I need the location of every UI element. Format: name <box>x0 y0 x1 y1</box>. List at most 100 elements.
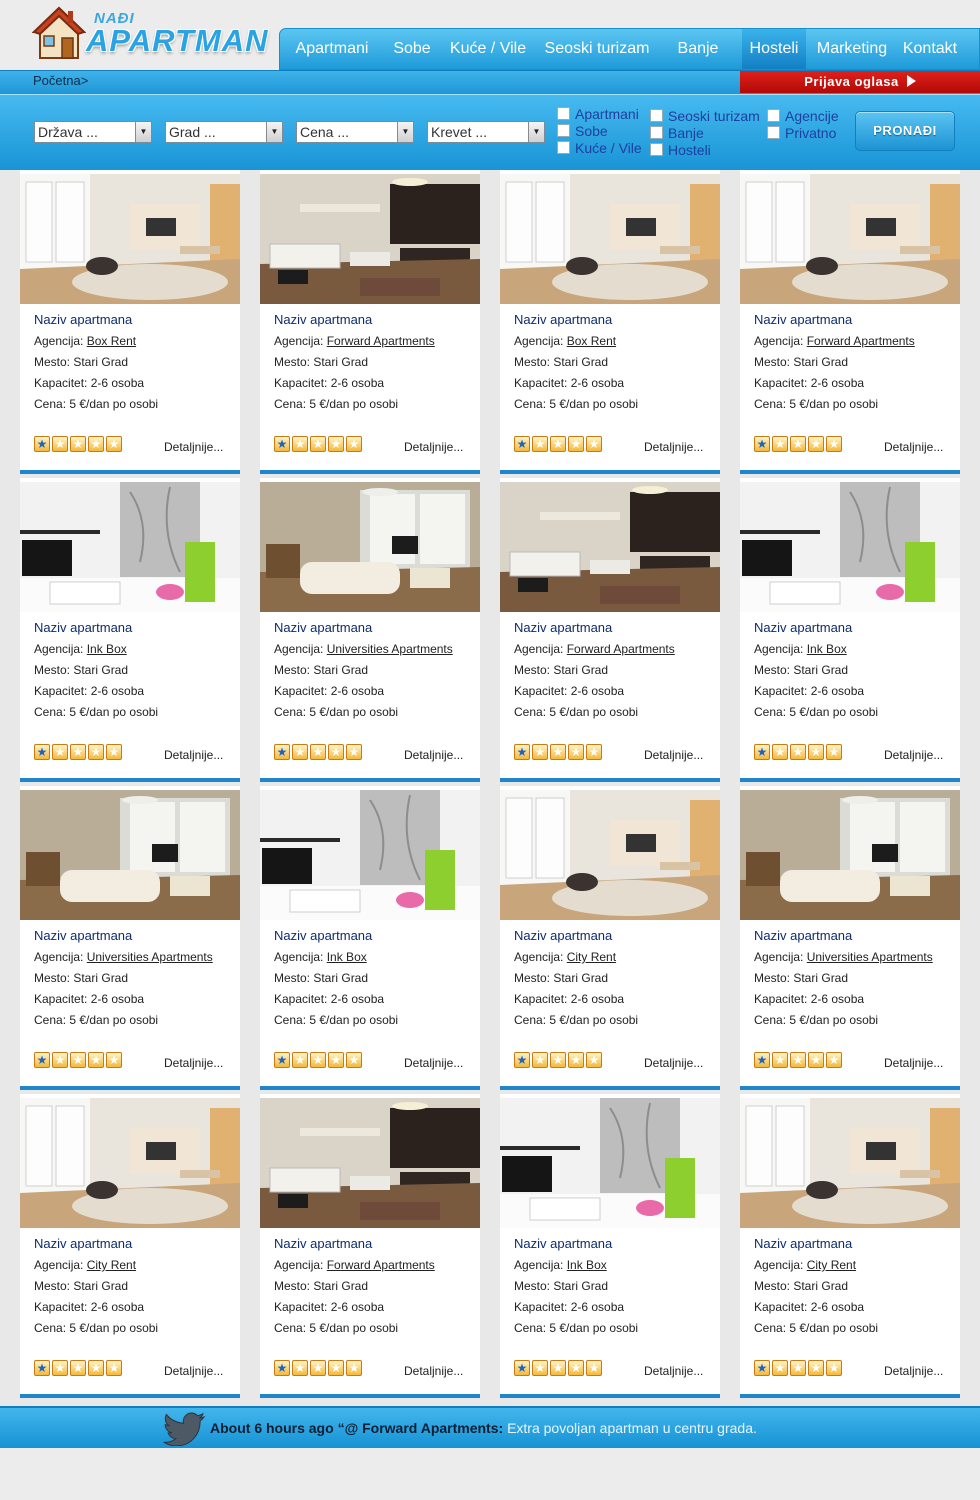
checkbox-box[interactable] <box>557 107 570 120</box>
checkbox-box[interactable] <box>650 126 663 139</box>
star-icon[interactable]: ★ <box>790 436 806 452</box>
star-icon[interactable]: ★ <box>532 1360 548 1376</box>
star-icon[interactable]: ★ <box>310 1052 326 1068</box>
star-icon[interactable]: ★ <box>34 1360 50 1376</box>
star-icon[interactable]: ★ <box>586 1052 602 1068</box>
listing-photo[interactable] <box>500 1098 720 1228</box>
star-icon[interactable]: ★ <box>514 436 530 452</box>
listing-title[interactable]: Naziv apartmana <box>34 928 132 943</box>
checkbox-box[interactable] <box>650 109 663 122</box>
details-link[interactable]: Detaljnije... <box>164 1056 223 1070</box>
details-link[interactable]: Detaljnije... <box>164 748 223 762</box>
country-select[interactable]: Država ... ▼ <box>34 121 152 143</box>
details-link[interactable]: Detaljnije... <box>404 1056 463 1070</box>
search-button[interactable]: PRONAĐI <box>855 111 955 151</box>
star-icon[interactable]: ★ <box>106 1052 122 1068</box>
agency-link[interactable]: Forward Apartments <box>327 334 435 348</box>
star-icon[interactable]: ★ <box>70 1052 86 1068</box>
star-icon[interactable]: ★ <box>292 1052 308 1068</box>
agency-link[interactable]: Ink Box <box>327 950 367 964</box>
listing-title[interactable]: Naziv apartmana <box>754 620 852 635</box>
details-link[interactable]: Detaljnije... <box>164 1364 223 1378</box>
city-select[interactable]: Grad ... ▼ <box>165 121 283 143</box>
star-icon[interactable]: ★ <box>292 1360 308 1376</box>
agency-link[interactable]: Universities Apartments <box>87 950 213 964</box>
star-icon[interactable]: ★ <box>346 744 362 760</box>
listing-card[interactable]: Naziv apartmana Agencija: City Rent Mesto:… <box>740 1094 960 1398</box>
star-icon[interactable]: ★ <box>514 1052 530 1068</box>
listing-photo[interactable] <box>500 174 720 304</box>
star-icon[interactable]: ★ <box>274 436 290 452</box>
star-icon[interactable]: ★ <box>52 1052 68 1068</box>
agency-link[interactable]: City Rent <box>87 1258 136 1272</box>
agency-link[interactable]: Forward Apartments <box>567 642 675 656</box>
agency-link[interactable]: Ink Box <box>567 1258 607 1272</box>
details-link[interactable]: Detaljnije... <box>884 1056 943 1070</box>
agency-link[interactable]: Ink Box <box>807 642 847 656</box>
listing-photo[interactable] <box>20 790 240 920</box>
star-icon[interactable]: ★ <box>586 744 602 760</box>
star-icon[interactable]: ★ <box>34 1052 50 1068</box>
listing-photo[interactable] <box>500 482 720 612</box>
star-icon[interactable]: ★ <box>52 744 68 760</box>
nav-hosteli[interactable]: Hosteli <box>742 29 806 69</box>
star-icon[interactable]: ★ <box>514 1360 530 1376</box>
star-icon[interactable]: ★ <box>52 436 68 452</box>
listing-card[interactable]: Naziv apartmana Agencija: Universities Ap… <box>20 786 240 1090</box>
star-icon[interactable]: ★ <box>514 744 530 760</box>
listing-photo[interactable] <box>260 790 480 920</box>
star-icon[interactable]: ★ <box>70 1360 86 1376</box>
listing-card[interactable]: Naziv apartmana Agencija: Forward Apartme… <box>260 170 480 474</box>
agency-link[interactable]: City Rent <box>807 1258 856 1272</box>
details-link[interactable]: Detaljnije... <box>644 748 703 762</box>
details-link[interactable]: Detaljnije... <box>884 440 943 454</box>
nav-marketing[interactable]: Marketing <box>808 29 896 69</box>
listing-title[interactable]: Naziv apartmana <box>34 620 132 635</box>
listing-title[interactable]: Naziv apartmana <box>754 928 852 943</box>
details-link[interactable]: Detaljnije... <box>644 1364 703 1378</box>
listing-card[interactable]: Naziv apartmana Agencija: Ink Box Mesto: S… <box>740 478 960 782</box>
checkbox-box[interactable] <box>767 109 780 122</box>
star-icon[interactable]: ★ <box>586 1360 602 1376</box>
star-icon[interactable]: ★ <box>88 1052 104 1068</box>
nav-seoski-turizam[interactable]: Seoski turizam <box>536 29 658 69</box>
agency-link[interactable]: Universities Apartments <box>807 950 933 964</box>
site-logo[interactable]: NAĐI APARTMAN <box>32 6 268 64</box>
listing-title[interactable]: Naziv apartmana <box>754 312 852 327</box>
star-icon[interactable]: ★ <box>34 436 50 452</box>
listing-title[interactable]: Naziv apartmana <box>274 312 372 327</box>
agency-link[interactable]: City Rent <box>567 950 616 964</box>
star-icon[interactable]: ★ <box>70 744 86 760</box>
star-icon[interactable]: ★ <box>808 1360 824 1376</box>
agency-link[interactable]: Box Rent <box>87 334 136 348</box>
star-icon[interactable]: ★ <box>88 1360 104 1376</box>
star-icon[interactable]: ★ <box>106 744 122 760</box>
listing-card[interactable]: Naziv apartmana Agencija: Universities Ap… <box>740 786 960 1090</box>
star-icon[interactable]: ★ <box>826 436 842 452</box>
star-icon[interactable]: ★ <box>550 1360 566 1376</box>
star-icon[interactable]: ★ <box>826 744 842 760</box>
listing-title[interactable]: Naziv apartmana <box>514 1236 612 1251</box>
star-icon[interactable]: ★ <box>328 744 344 760</box>
star-icon[interactable]: ★ <box>754 744 770 760</box>
listing-photo[interactable] <box>20 482 240 612</box>
star-icon[interactable]: ★ <box>346 436 362 452</box>
star-icon[interactable]: ★ <box>772 1052 788 1068</box>
checkbox-box[interactable] <box>557 124 570 137</box>
listing-photo[interactable] <box>740 174 960 304</box>
bed-select[interactable]: Krevet ... ▼ <box>427 121 545 143</box>
star-icon[interactable]: ★ <box>106 1360 122 1376</box>
tweet-author[interactable]: Forward Apartments: <box>362 1420 503 1436</box>
star-icon[interactable]: ★ <box>328 436 344 452</box>
star-icon[interactable]: ★ <box>346 1360 362 1376</box>
star-icon[interactable]: ★ <box>754 1052 770 1068</box>
star-icon[interactable]: ★ <box>532 744 548 760</box>
listing-title[interactable]: Naziv apartmana <box>274 620 372 635</box>
star-icon[interactable]: ★ <box>310 1360 326 1376</box>
listing-photo[interactable] <box>260 174 480 304</box>
star-icon[interactable]: ★ <box>550 1052 566 1068</box>
listing-photo[interactable] <box>260 482 480 612</box>
star-icon[interactable]: ★ <box>808 1052 824 1068</box>
listing-card[interactable]: Naziv apartmana Agencija: Forward Apartme… <box>740 170 960 474</box>
star-icon[interactable]: ★ <box>754 436 770 452</box>
